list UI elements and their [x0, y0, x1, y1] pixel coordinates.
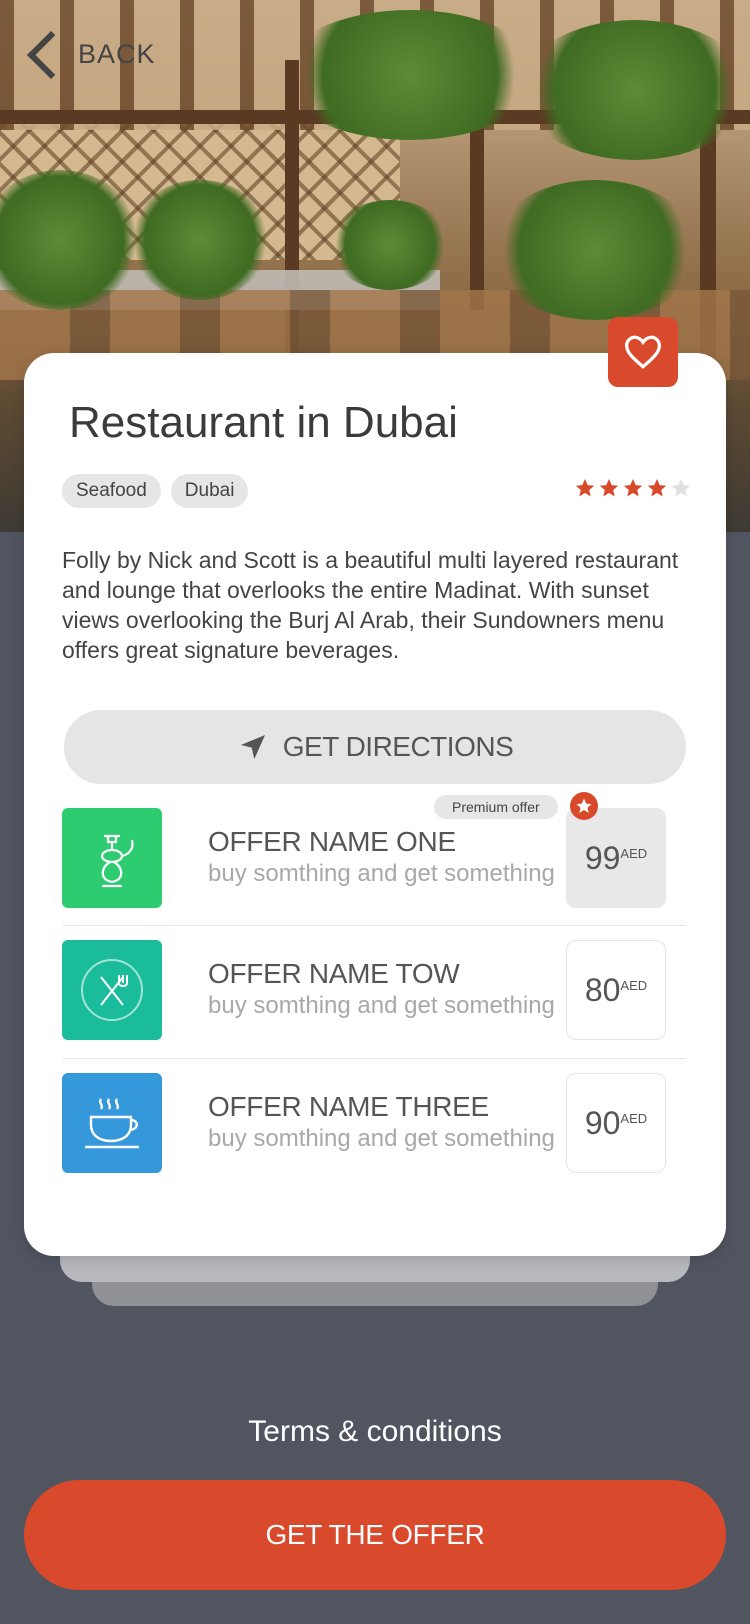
price-currency: AED [620, 977, 648, 993]
offer-item-two[interactable]: OFFER NAME TOW buy somthing and get some… [62, 940, 686, 1044]
offer-subtitle: buy somthing and get something [208, 860, 555, 887]
get-the-offer-button[interactable]: GET THE OFFER [24, 1480, 726, 1590]
heart-icon [624, 335, 662, 369]
price-value: 99 [584, 839, 621, 876]
get-directions-button[interactable]: GET DIRECTIONS [64, 710, 686, 784]
restaurant-card: Restaurant in Dubai Seafood Dubai Folly … [24, 353, 726, 1256]
divider [62, 1058, 686, 1059]
hookah-icon [62, 808, 162, 908]
offer-subtitle: buy somthing and get something [208, 1125, 555, 1152]
divider [62, 925, 686, 926]
star-filled-icon [599, 478, 619, 497]
favorite-button[interactable] [608, 317, 678, 387]
star-empty-icon [671, 478, 691, 497]
fork-knife-icon [62, 940, 162, 1040]
terms-conditions-link[interactable]: Terms & conditions [0, 1415, 750, 1449]
page-title: Restaurant in Dubai [69, 398, 458, 447]
offer-subtitle: buy somthing and get something [208, 992, 555, 1019]
price-currency: AED [620, 845, 648, 861]
price-value: 90 [584, 1104, 621, 1141]
offer-price: 90 AED [566, 1073, 666, 1173]
offer-price: 99 AED [566, 808, 666, 908]
back-button[interactable]: BACK [22, 28, 156, 80]
restaurant-description: Folly by Nick and Scott is a beautiful m… [62, 547, 679, 663]
price-value: 80 [584, 971, 621, 1008]
back-label: BACK [78, 38, 156, 69]
star-filled-icon [623, 478, 643, 497]
chevron-left-icon [22, 28, 56, 80]
tag-list: Seafood Dubai [62, 474, 249, 508]
premium-star-icon [570, 792, 598, 820]
offer-name: OFFER NAME TOW [208, 958, 460, 989]
offer-item-three[interactable]: OFFER NAME THREE buy somthing and get so… [62, 1073, 686, 1177]
offer-price: 80 AED [566, 940, 666, 1040]
offer-item-one[interactable]: OFFER NAME ONE buy somthing and get some… [62, 808, 686, 912]
get-the-offer-label: GET THE OFFER [265, 1519, 485, 1550]
tag-seafood[interactable]: Seafood [62, 474, 161, 508]
premium-offer-badge: Premium offer [434, 795, 558, 819]
star-filled-icon [575, 478, 595, 497]
star-filled-icon [647, 478, 667, 497]
rating-stars [574, 477, 692, 499]
navigation-arrow-icon [240, 735, 265, 759]
get-directions-label: GET DIRECTIONS [282, 731, 514, 762]
offer-name: OFFER NAME THREE [208, 1091, 489, 1122]
tag-location[interactable]: Dubai [170, 474, 249, 508]
coffee-cup-icon [62, 1073, 162, 1173]
price-currency: AED [620, 1110, 648, 1126]
offer-name: OFFER NAME ONE [208, 826, 456, 857]
